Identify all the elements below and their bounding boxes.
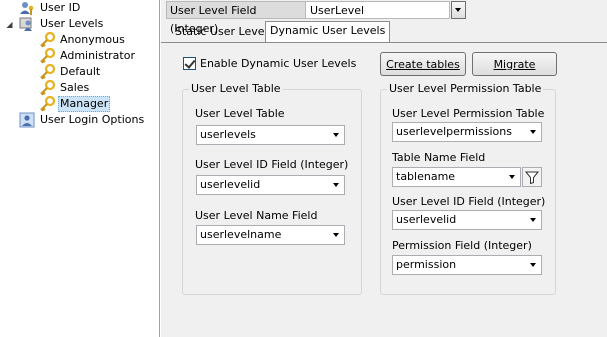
chevron-down-icon[interactable]	[525, 257, 540, 273]
filter-button[interactable]	[522, 167, 542, 187]
chevron-down-icon	[455, 8, 462, 12]
properties-panel: User Level Field (Integer) UserLevel Sta…	[161, 0, 607, 337]
tree-item-user-levels[interactable]: User Levels	[19, 16, 105, 32]
user-key-icon	[19, 0, 35, 16]
permission-field-select[interactable]: permission	[392, 255, 542, 275]
property-row: User Level Field (Integer) UserLevel	[166, 1, 466, 35]
tree-item-label: Sales	[60, 81, 90, 94]
create-tables-button[interactable]: Create tables	[380, 52, 466, 76]
migrate-button[interactable]: Migrate	[472, 52, 557, 76]
field-label: User Level Name Field	[195, 209, 318, 222]
chevron-down-icon[interactable]	[504, 169, 519, 185]
tab-dynamic-user-levels[interactable]: Dynamic User Levels	[265, 21, 391, 43]
tree-item-administrator[interactable]: Administrator	[39, 47, 137, 64]
field-label: User Level Permission Table	[392, 107, 545, 120]
chevron-down-icon[interactable]	[328, 227, 343, 243]
user-level-id-field-select[interactable]: userlevelid	[196, 175, 345, 195]
chevron-down-icon[interactable]	[525, 212, 540, 228]
field-label: Table Name Field	[392, 151, 486, 164]
user-level-table-select[interactable]: userlevels	[196, 125, 345, 145]
field-label: User Level ID Field (Integer)	[195, 158, 349, 171]
table-name-field-select[interactable]: tablename	[392, 167, 521, 187]
key-icon	[39, 31, 56, 48]
tree-item-sales[interactable]: Sales	[39, 79, 91, 96]
tree-item-label: Anonymous	[60, 33, 125, 46]
tree-item-label: Default	[60, 65, 101, 78]
key-icon	[39, 63, 56, 80]
tree-item-label: User Levels	[40, 17, 104, 30]
field-label: User Level ID Field (Integer)	[392, 195, 546, 208]
property-dropdown-button[interactable]	[450, 1, 466, 19]
tree-item-user-login-options[interactable]: User Login Options	[19, 112, 146, 128]
tree-item-label: User ID	[40, 1, 81, 14]
enable-dynamic-user-levels-checkbox[interactable]: Enable Dynamic User Levels	[183, 57, 356, 70]
property-name: User Level Field (Integer)	[166, 1, 306, 35]
chevron-down-icon[interactable]	[328, 127, 343, 143]
permission-table-select[interactable]: userlevelpermissions	[392, 122, 542, 142]
tree-item-default[interactable]: Default	[39, 63, 102, 80]
collapse-arrow-icon[interactable]: ◢	[5, 20, 14, 29]
tree-item-manager[interactable]: Manager	[39, 95, 111, 112]
tree-item-label: User Login Options	[40, 113, 145, 126]
group-legend: User Level Permission Table	[387, 82, 544, 95]
user-levels-icon	[19, 16, 35, 32]
select-value: userlevels	[200, 128, 256, 141]
property-value-field[interactable]: UserLevel	[305, 1, 450, 19]
tab-static-user-levels[interactable]: Static User Levels	[171, 23, 277, 42]
user-login-icon	[19, 112, 35, 128]
key-icon	[39, 95, 56, 112]
select-value: userlevelid	[396, 213, 457, 226]
select-value: permission	[396, 258, 457, 271]
checkbox-label: Enable Dynamic User Levels	[200, 57, 357, 70]
tree-item-user-id[interactable]: User ID	[19, 0, 82, 16]
filter-icon	[525, 171, 539, 184]
select-value: userlevelpermissions	[396, 125, 512, 138]
select-value: userlevelname	[200, 228, 282, 241]
chevron-down-icon[interactable]	[328, 177, 343, 193]
user-level-table-group: User Level Table User Level Table userle…	[182, 82, 362, 295]
key-icon	[39, 47, 56, 64]
tab-divider	[161, 42, 607, 43]
tree-item-label: Administrator	[60, 49, 135, 62]
key-icon	[39, 79, 56, 96]
tree-item-label: Manager	[58, 96, 111, 112]
checkbox-checked-icon[interactable]	[183, 57, 196, 70]
tree-item-anonymous[interactable]: Anonymous	[39, 31, 127, 48]
user-level-name-field-select[interactable]: userlevelname	[196, 225, 345, 245]
select-value: userlevelid	[200, 178, 261, 191]
group-legend: User Level Table	[189, 82, 283, 95]
select-value: tablename	[396, 170, 456, 183]
tree-view[interactable]: User ID ◢ User Levels Anonymous Administ…	[0, 0, 160, 337]
field-label: User Level Table	[195, 107, 285, 120]
chevron-down-icon[interactable]	[525, 124, 540, 140]
permission-table-group: User Level Permission Table User Level P…	[380, 82, 556, 295]
field-label: Permission Field (Integer)	[392, 239, 532, 252]
permission-user-level-id-select[interactable]: userlevelid	[392, 210, 542, 230]
tab-strip: Static User Levels Dynamic User Levels	[161, 21, 607, 43]
